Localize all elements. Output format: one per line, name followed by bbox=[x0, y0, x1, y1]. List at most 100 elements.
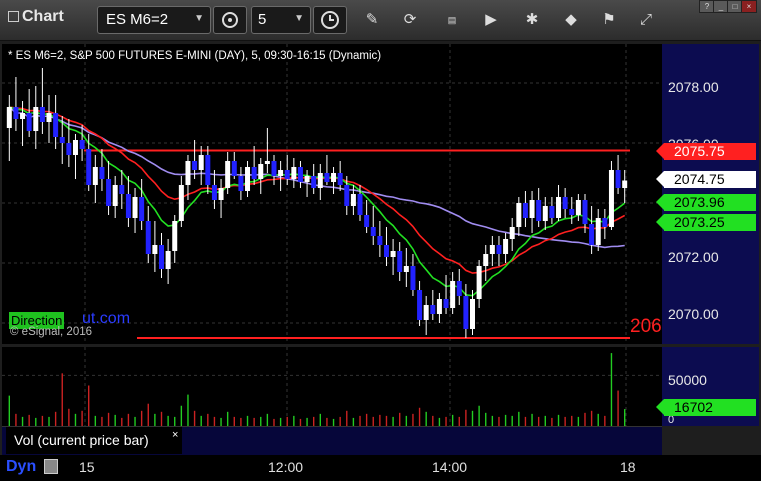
interval-input[interactable]: 5 ▼ bbox=[251, 6, 311, 34]
candle bbox=[271, 161, 277, 176]
candle bbox=[251, 167, 257, 179]
candle bbox=[264, 161, 270, 164]
candle bbox=[66, 143, 72, 155]
candle bbox=[92, 167, 98, 185]
candle bbox=[297, 167, 303, 182]
price-axis[interactable]: 2078.00 2076.00 2072.00 2070.00 2075.75 … bbox=[656, 44, 759, 344]
flag-icon[interactable]: ⚑ bbox=[594, 7, 624, 33]
candle bbox=[79, 140, 85, 149]
candle bbox=[364, 215, 370, 227]
candle bbox=[225, 161, 231, 188]
volume-chart[interactable] bbox=[2, 347, 662, 426]
price-axis-label: 2072.00 bbox=[668, 249, 719, 265]
price-tag-green: 2073.96 bbox=[656, 194, 756, 211]
price-axis-label: 2078.00 bbox=[668, 79, 719, 95]
lock-icon[interactable] bbox=[44, 459, 58, 474]
candle bbox=[483, 254, 489, 266]
tools-icon[interactable]: ✱ bbox=[517, 7, 547, 33]
candle bbox=[383, 245, 389, 257]
clock-icon bbox=[321, 11, 339, 29]
candle bbox=[46, 113, 52, 122]
close-button[interactable]: × bbox=[741, 0, 757, 13]
window-title: Chart bbox=[8, 8, 64, 26]
candle bbox=[86, 149, 92, 185]
candle bbox=[430, 305, 436, 314]
volume-pane[interactable] bbox=[2, 347, 662, 426]
chevron-down-icon[interactable]: ▼ bbox=[294, 13, 304, 24]
volume-axis[interactable]: 50000 0 16702 bbox=[656, 347, 759, 426]
price-tag-last: 2074.75 bbox=[656, 171, 756, 188]
candle bbox=[608, 170, 614, 227]
time-template-button[interactable] bbox=[313, 6, 347, 34]
get-data-icon[interactable]: ▤ bbox=[437, 7, 467, 33]
candle bbox=[410, 266, 416, 290]
candle bbox=[33, 107, 39, 131]
study-legend-bar: Vol (current price bar) × bbox=[2, 426, 662, 455]
candle bbox=[112, 185, 118, 206]
candle bbox=[119, 185, 125, 194]
candle bbox=[522, 203, 528, 218]
toolbar: Chart ES M6=2 ▼ 5 ▼ ✎ ⟳ ▤ ▶ ✱ ◆ ⚑ ⤢ ? _ □ bbox=[0, 0, 761, 41]
chevron-down-icon[interactable]: ▼ bbox=[194, 13, 204, 24]
price-chart[interactable] bbox=[2, 44, 662, 344]
candle bbox=[172, 221, 178, 251]
close-icon[interactable]: × bbox=[172, 429, 178, 441]
candle bbox=[536, 200, 542, 221]
candle bbox=[198, 155, 204, 170]
volume-study-tab[interactable]: Vol (current price bar) bbox=[6, 427, 182, 454]
candle bbox=[450, 281, 456, 308]
pencil-icon[interactable]: ✎ bbox=[357, 7, 387, 33]
candle bbox=[13, 107, 19, 119]
candle bbox=[370, 227, 376, 236]
time-axis[interactable]: Dyn 15 12:00 14:00 18 bbox=[0, 455, 761, 481]
candle bbox=[284, 170, 290, 179]
candle bbox=[622, 180, 628, 188]
time-label: 15 bbox=[79, 459, 95, 475]
dynamic-mode-label[interactable]: Dyn bbox=[6, 458, 36, 476]
candle bbox=[238, 176, 244, 191]
candle bbox=[317, 173, 323, 188]
symbol-input[interactable]: ES M6=2 ▼ bbox=[97, 6, 211, 34]
candle bbox=[139, 197, 145, 221]
candle bbox=[304, 176, 310, 182]
candle bbox=[311, 176, 317, 188]
candle bbox=[291, 167, 297, 179]
price-pane[interactable]: * ES M6=2, S&P 500 FUTURES E-MINI (DAY),… bbox=[2, 44, 662, 344]
flag-icon[interactable]: ◆ bbox=[556, 7, 586, 33]
chart-icon bbox=[8, 11, 19, 23]
candle bbox=[476, 266, 482, 299]
candle bbox=[20, 113, 26, 119]
candle bbox=[589, 224, 595, 245]
candle bbox=[125, 194, 131, 218]
candle bbox=[211, 185, 217, 200]
period-icon bbox=[222, 12, 238, 28]
candle bbox=[178, 185, 184, 221]
candle bbox=[595, 218, 601, 245]
period-button[interactable] bbox=[213, 6, 247, 34]
candle bbox=[72, 140, 78, 155]
candle bbox=[324, 173, 330, 182]
candle bbox=[397, 251, 403, 272]
volume-tag: 16702 bbox=[656, 399, 756, 416]
candle bbox=[582, 200, 588, 224]
candle bbox=[516, 203, 522, 227]
candle bbox=[602, 218, 608, 227]
candle bbox=[496, 245, 502, 254]
candle bbox=[152, 245, 158, 254]
candle bbox=[231, 161, 237, 176]
candle bbox=[192, 161, 198, 170]
candle bbox=[53, 113, 59, 137]
candle bbox=[145, 221, 151, 254]
candle bbox=[245, 167, 251, 191]
play-icon[interactable]: ▶ bbox=[476, 7, 506, 33]
candle bbox=[185, 161, 191, 185]
candle bbox=[337, 173, 343, 185]
candle bbox=[258, 164, 264, 179]
candle bbox=[26, 113, 32, 131]
candle bbox=[489, 245, 495, 254]
copyright: © eSignal, 2016 bbox=[10, 326, 93, 338]
candle bbox=[159, 245, 164, 269]
candle bbox=[403, 266, 409, 272]
candle bbox=[205, 155, 211, 185]
refresh-icon[interactable]: ⟳ bbox=[395, 7, 425, 33]
